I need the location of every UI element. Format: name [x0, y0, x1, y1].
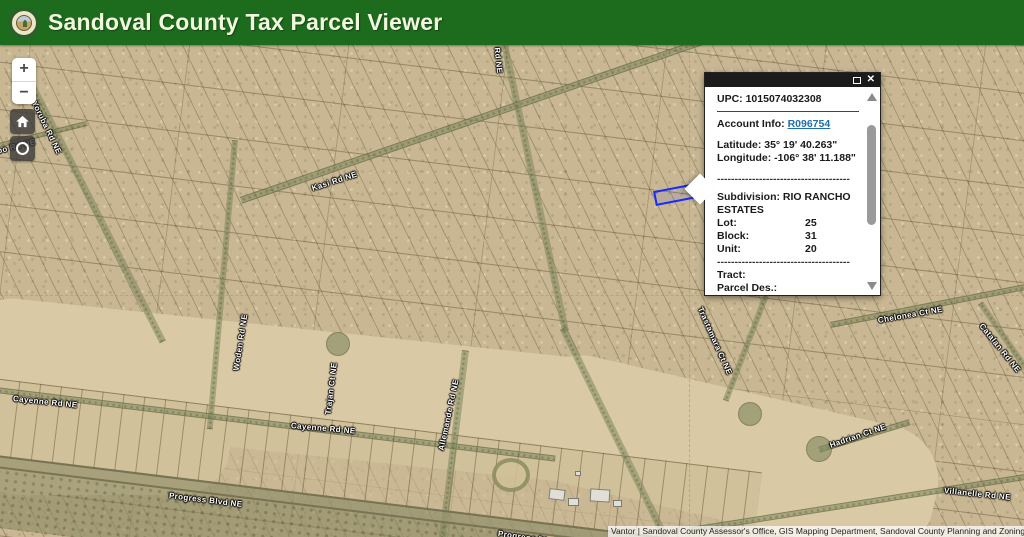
scroll-down-icon[interactable]: [867, 282, 877, 290]
account-info-link[interactable]: R096754: [788, 118, 831, 130]
close-icon[interactable]: ✕: [867, 75, 875, 85]
building: [575, 471, 581, 476]
unit-label: Unit:: [717, 243, 805, 256]
tract-label: Tract:: [717, 269, 865, 282]
zoom-control: + −: [12, 58, 36, 104]
popup-content: UPC: 1015074032308 Account Info: R096754…: [717, 93, 865, 296]
tax-parcel-viewer-app: Yoruba Rd NE Tabo Rd NE Kasi Rd NE Rd NE…: [0, 0, 1024, 537]
culdesac-hadrian: [806, 436, 832, 462]
account-info-row: Account Info: R096754: [717, 118, 865, 131]
upc-value: UPC: 1015074032308: [717, 93, 865, 106]
lot-label: Lot:: [717, 217, 805, 230]
circular-feature: [492, 458, 530, 492]
subdivision-value-2: ESTATES: [717, 204, 865, 217]
map-viewport[interactable]: Yoruba Rd NE Tabo Rd NE Kasi Rd NE Rd NE…: [0, 45, 1024, 537]
block-value: 31: [805, 230, 865, 243]
zoom-out-button[interactable]: −: [12, 81, 36, 105]
popup-scrollbar: [865, 89, 878, 294]
parcel-des-label: Parcel Des.:: [717, 282, 865, 295]
lot-value: 25: [805, 217, 865, 230]
latitude-value: Latitude: 35° 19' 40.263": [717, 139, 865, 152]
unit-row: Unit: 20: [717, 243, 865, 256]
sandoval-county-seal-logo: [9, 8, 39, 38]
building: [568, 498, 579, 506]
block-row: Block: 31: [717, 230, 865, 243]
home-button[interactable]: [10, 109, 35, 134]
unit-value: 20: [805, 243, 865, 256]
locate-icon: [16, 142, 29, 155]
dashed-divider: --------------------------------------: [717, 256, 863, 269]
popup-titlebar[interactable]: ✕: [705, 73, 880, 87]
maximize-icon[interactable]: [853, 77, 861, 84]
subdivision-value: Subdivision: RIO RANCHO: [717, 191, 865, 204]
section-line-vertical: [689, 45, 690, 537]
building: [590, 488, 611, 502]
lot-row: Lot: 25: [717, 217, 865, 230]
map-attribution: Vantor | Sandoval County Assessor's Offi…: [608, 526, 1024, 537]
culdesac-trajan: [326, 332, 350, 356]
longitude-value: Longitude: -106° 38' 11.188": [717, 152, 865, 165]
building: [613, 500, 622, 507]
popup-body: UPC: 1015074032308 Account Info: R096754…: [705, 87, 880, 296]
block-label: Block:: [717, 230, 805, 243]
home-icon: [15, 114, 30, 129]
spacer: [717, 295, 865, 296]
attribution-text: Vantor | Sandoval County Assessor's Offi…: [608, 526, 1024, 537]
culdesac-trastamara: [738, 402, 762, 426]
scroll-up-icon[interactable]: [867, 93, 877, 101]
page-title: Sandoval County Tax Parcel Viewer: [48, 9, 442, 36]
spacer: [717, 165, 865, 173]
scrollbar-thumb[interactable]: [867, 125, 876, 225]
building: [548, 488, 565, 501]
zoom-in-button[interactable]: +: [12, 58, 36, 81]
spacer: [717, 131, 865, 139]
locate-button[interactable]: [10, 136, 35, 161]
parcel-info-popup: ✕ UPC: 1015074032308 Account Info: R0967…: [704, 72, 881, 296]
divider-rule: [717, 111, 859, 112]
account-info-label: Account Info:: [717, 118, 785, 130]
app-header: Sandoval County Tax Parcel Viewer: [0, 0, 1024, 45]
dashed-divider: --------------------------------------: [717, 173, 863, 186]
